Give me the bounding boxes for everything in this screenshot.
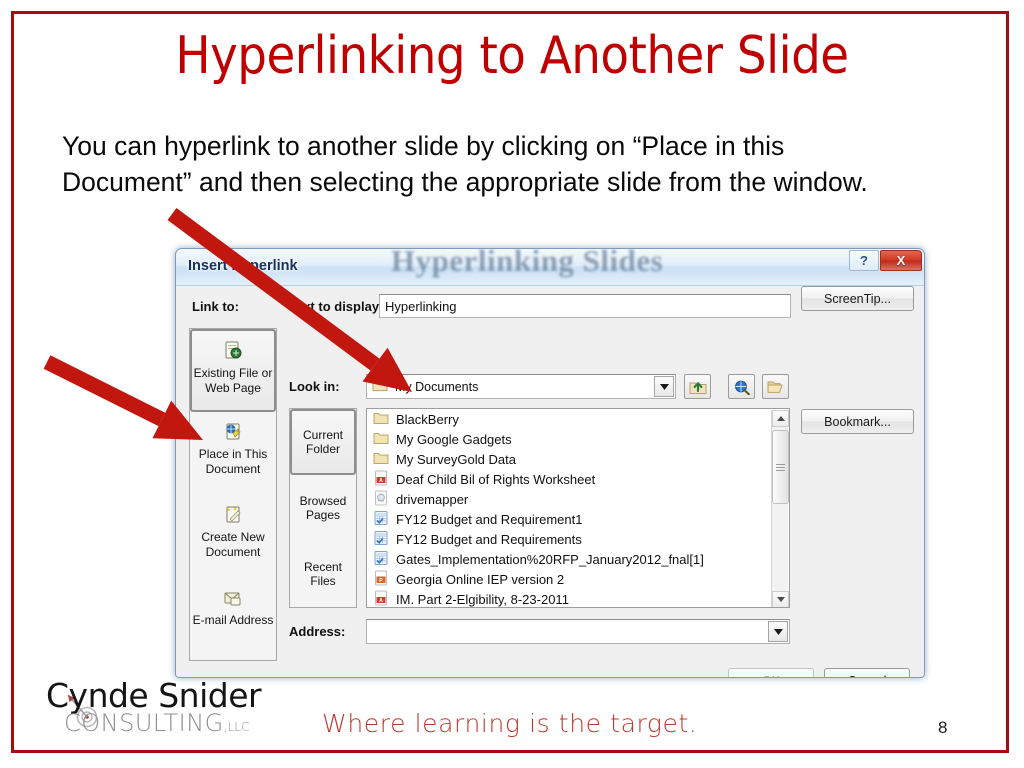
logo-llc-text: ,LLC [223, 720, 250, 734]
file-list-item[interactable]: Gates_Implementation%20RFP_January2012_f… [367, 549, 789, 569]
file-list-rows: BlackBerry My Google Gadgets My SurveyGold… [367, 409, 789, 608]
address-label: Address: [289, 624, 346, 639]
powerpoint-file-icon: P [373, 570, 389, 589]
file-name: BlackBerry [396, 411, 459, 427]
file-list-item[interactable]: My SurveyGold Data [367, 449, 789, 469]
text-to-display-input[interactable] [379, 294, 791, 318]
file-name: drivemapper [396, 491, 469, 507]
dialog-title: Insert Hyperlink [188, 258, 298, 274]
look-in-row: Look in: My Documents [176, 374, 924, 400]
look-in-combobox[interactable]: My Documents [366, 374, 676, 399]
company-logo: Cynde Snider CONSULTING,LLC [38, 676, 328, 746]
file-list-scrollbar[interactable] [771, 410, 789, 607]
scope-item-label: Current Folder [302, 427, 343, 457]
cancel-button[interactable]: Cancel [824, 668, 910, 677]
browse-for-file-icon[interactable] [762, 374, 789, 399]
excel-file-icon [373, 510, 389, 529]
browse-the-web-icon[interactable] [728, 374, 755, 399]
pdf-file-icon: A [373, 590, 389, 608]
browse-scope-column: Current Folder Browsed Pages Recent File… [289, 408, 357, 608]
generic-file-icon [373, 490, 389, 509]
scroll-up-icon[interactable] [772, 410, 789, 427]
svg-text:P: P [379, 578, 383, 584]
dialog-body: Link to: Text to display: ScreenTip... B… [176, 286, 924, 677]
file-name: FY12 Budget and Requirement1 [396, 511, 583, 527]
link-to-label: Link to: [192, 299, 239, 314]
look-in-value: My Documents [395, 379, 479, 394]
logo-consulting-text: CONSULTING [64, 709, 224, 737]
file-list-item[interactable]: BlackBerry [367, 409, 789, 429]
scope-item-browsed-pages[interactable]: Browsed Pages [290, 475, 356, 541]
file-name: My Google Gadgets [396, 431, 512, 447]
background-slide-ghost-text: Hyperlinking Slides [391, 249, 664, 278]
scope-item-label: Recent Files [303, 559, 343, 589]
file-name: IM. Part 2-Elgibility, 8-23-2011 [396, 591, 569, 607]
place-in-document-icon [222, 421, 244, 443]
existing-file-icon [222, 340, 244, 362]
logo-secondary-text: CONSULTING,LLC [64, 709, 249, 737]
company-tagline: Where learning is the target. [322, 709, 698, 738]
file-list-item[interactable]: A IM. Part 2-Elgibility, 8-23-2011 [367, 589, 789, 608]
folder-icon [372, 378, 388, 395]
dialog-titlebar[interactable]: Hyperlinking Slides Insert Hyperlink ? X [176, 249, 924, 286]
close-icon[interactable]: X [880, 250, 922, 271]
address-combobox[interactable] [366, 619, 790, 644]
file-list[interactable]: BlackBerry My Google Gadgets My SurveyGold… [366, 408, 790, 608]
help-icon[interactable]: ? [849, 250, 879, 271]
sidebar-item-label: Create New Document [201, 530, 265, 559]
page-number: 8 [938, 718, 948, 737]
file-name: FY12 Budget and Requirements [396, 531, 582, 547]
scrollbar-thumb[interactable] [772, 430, 789, 504]
address-row: Address: [176, 619, 924, 645]
file-list-item[interactable]: My Google Gadgets [367, 429, 789, 449]
chevron-down-icon[interactable] [768, 621, 788, 642]
scroll-down-icon[interactable] [772, 591, 789, 607]
sidebar-item-label: Place in This Document [198, 447, 268, 476]
scope-item-label: Browsed Pages [299, 493, 347, 523]
file-name: Georgia Online IEP version 2 [396, 571, 565, 587]
pdf-file-icon: A [373, 470, 389, 489]
sidebar-item-place-in-this-document[interactable]: Place in This Document [190, 412, 276, 495]
excel-file-icon [373, 530, 389, 549]
file-name: My SurveyGold Data [396, 451, 516, 467]
email-address-icon [222, 587, 244, 609]
insert-hyperlink-dialog: Hyperlinking Slides Insert Hyperlink ? X… [175, 248, 925, 678]
text-to-display-label: Text to display: [289, 299, 384, 314]
file-list-item[interactable]: P Georgia Online IEP version 2 [367, 569, 789, 589]
svg-text:A: A [379, 478, 383, 484]
bookmark-button[interactable]: Bookmark... [801, 409, 914, 434]
screentip-button[interactable]: ScreenTip... [801, 286, 914, 311]
slide-canvas: Hyperlinking to Another Slide You can hy… [0, 0, 1024, 768]
file-list-item[interactable]: A Deaf Child Bil of Rights Worksheet [367, 469, 789, 489]
file-list-item[interactable]: FY12 Budget and Requirements [367, 529, 789, 549]
create-new-document-icon [222, 504, 244, 526]
sidebar-item-create-new-document[interactable]: Create New Document [190, 495, 276, 578]
slide-body-text: You can hyperlink to another slide by cl… [62, 131, 868, 197]
excel-file-icon [373, 550, 389, 569]
look-in-label: Look in: [289, 379, 340, 394]
file-list-item[interactable]: FY12 Budget and Requirement1 [367, 509, 789, 529]
folder-file-icon [373, 450, 389, 469]
folder-file-icon [373, 410, 389, 429]
ok-button[interactable]: OK [728, 668, 814, 677]
chevron-down-icon[interactable] [654, 376, 674, 397]
up-one-folder-icon[interactable] [684, 374, 711, 399]
scope-item-current-folder[interactable]: Current Folder [290, 409, 356, 475]
folder-file-icon [373, 430, 389, 449]
file-name: Gates_Implementation%20RFP_January2012_f… [396, 551, 704, 567]
page-title: Hyperlinking to Another Slide [175, 26, 849, 86]
scope-item-recent-files[interactable]: Recent Files [290, 541, 356, 607]
file-name: Deaf Child Bil of Rights Worksheet [396, 471, 596, 487]
svg-text:A: A [379, 598, 383, 604]
file-list-item[interactable]: drivemapper [367, 489, 789, 509]
